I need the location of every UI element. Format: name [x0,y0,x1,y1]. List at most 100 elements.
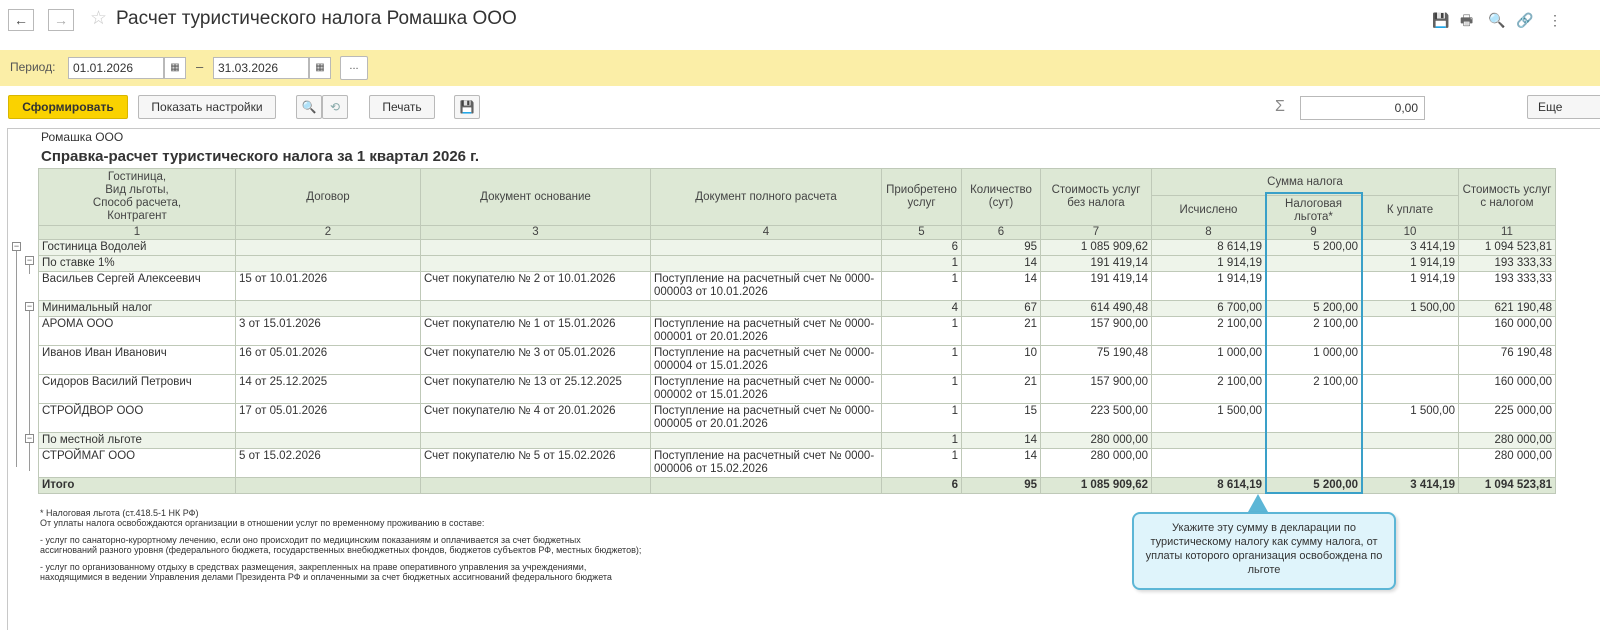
header-payment-document[interactable]: Документ полного расчета [650,168,882,226]
col-number: 5 [881,225,962,240]
cell-services: 1 [881,316,962,346]
cell-cost: 191 419,14 [1040,255,1152,272]
header-calculated[interactable]: Исчислено [1151,195,1266,226]
collapse-toggle-icon[interactable]: − [12,242,21,251]
back-button[interactable]: ← [8,9,34,31]
back-arrow-icon: ← [14,12,28,28]
collapse-toggle-icon[interactable]: − [25,302,34,311]
header-to-pay[interactable]: К уплате [1361,195,1459,226]
cell-cost: 280 000,00 [1040,448,1152,478]
col-number: 1 [38,225,236,240]
cell-services: 1 [881,255,962,272]
preview-icon[interactable]: 🔍 [1488,11,1505,29]
cell-basis: Счет покупателю № 4 от 20.01.2026 [420,403,651,433]
col-number: 6 [961,225,1041,240]
col-number: 4 [650,225,882,240]
save-icon[interactable]: 💾 [1432,11,1449,29]
footnote-gap [40,555,840,562]
organization-name: Ромашка ООО [41,130,124,144]
cell-contract [235,477,421,494]
cell-services: 1 [881,448,962,478]
cell-days: 14 [961,255,1041,272]
cell-calc: 8 614,19 [1151,239,1266,256]
cell-basis [420,255,651,272]
cell-calc: 8 614,19 [1151,477,1266,494]
cell-total: 225 000,00 [1458,403,1556,433]
header-contract[interactable]: Договор [235,168,421,226]
header-basis-document[interactable]: Документ основание [420,168,651,226]
cell-total: 621 190,48 [1458,300,1556,317]
cell-contract [235,300,421,317]
cell-services: 6 [881,477,962,494]
print-button[interactable]: Печать [369,95,435,119]
collapse-toggle-icon[interactable]: − [25,434,34,443]
cell-total: 1 094 523,81 [1458,239,1556,256]
calendar-to-icon[interactable]: ▦ [309,57,331,79]
show-settings-button[interactable]: Показать настройки [138,95,276,119]
cell-cost: 157 900,00 [1040,316,1152,346]
command-bar: Сформировать Показать настройки 🔍 ⟲ Печа… [0,94,1600,122]
period-select-button[interactable]: ... [340,56,368,80]
callout-pointer [1248,494,1268,512]
cell-payment: Поступление на расчетный счет № 0000-000… [650,271,882,301]
cell-days: 15 [961,403,1041,433]
footnote-line: * Налоговая льгота (ст.418.5-1 НК РФ) [40,508,199,518]
period-from-input[interactable]: 01.01.2026 [68,57,164,79]
cell-services: 1 [881,345,962,375]
cell-contract: 5 от 15.02.2026 [235,448,421,478]
more-button[interactable]: Еще [1527,95,1600,119]
cell-name: Итого [38,477,236,494]
cell-basis: Счет покупателю № 2 от 10.01.2026 [420,271,651,301]
cell-days: 14 [961,432,1041,449]
cell-total: 280 000,00 [1458,448,1556,478]
generate-button[interactable]: Сформировать [8,95,128,119]
link-icon[interactable]: 🔗 [1516,11,1533,29]
cell-payment: Поступление на расчетный счет № 0000-000… [650,345,882,375]
footnote-line: От уплаты налога освобождаются организац… [40,518,485,528]
cell-name: Иванов Иван Иванович [38,345,236,375]
cell-name: По ставке 1% [38,255,236,272]
cell-name: По местной льготе [38,432,236,449]
forward-button[interactable]: → [48,9,74,31]
selection-sum-field[interactable]: 0,00 [1300,96,1425,120]
header-hotel[interactable]: Гостиница, Вид льготы, Способ расчета, К… [38,168,236,226]
print-icon[interactable]: 🖶 [1460,11,1473,29]
cell-calc: 1 500,00 [1151,403,1266,433]
cell-services: 6 [881,239,962,256]
calendar-from-icon[interactable]: ▦ [164,57,186,79]
cell-payment [650,432,882,449]
cell-cost: 75 190,48 [1040,345,1152,375]
cell-services: 1 [881,374,962,404]
footnote: * Налоговая льгота (ст.418.5-1 НК РФ) От… [40,508,840,582]
cell-basis [420,432,651,449]
save-report-icon[interactable]: 💾 [454,95,480,119]
search-reset-icon[interactable]: ⟲ [322,95,348,119]
col-number: 7 [1040,225,1152,240]
cell-pay [1361,374,1459,404]
cell-days: 14 [961,271,1041,301]
cell-days: 14 [961,448,1041,478]
sigma-icon: Σ [1275,98,1285,115]
col-number: 11 [1458,225,1556,240]
favorite-star-icon[interactable]: ☆ [90,6,107,32]
period-dash: – [196,59,204,74]
cell-pay: 1 500,00 [1361,403,1459,433]
collapse-toggle-icon[interactable]: − [25,256,34,265]
period-bar: Период: 01.01.2026 ▦ – 31.03.2026 ▦ ... [0,50,1600,86]
cell-days: 95 [961,477,1041,494]
period-to-input[interactable]: 31.03.2026 [213,57,309,79]
header-cost-without-tax[interactable]: Стоимость услуг без налога [1040,168,1152,226]
header-services[interactable]: Приобретено услуг [881,168,962,226]
search-icon[interactable]: 🔍 [296,95,322,119]
cell-total: 193 333,33 [1458,255,1556,272]
page-title: Расчет туристического налога Ромашка ООО [116,8,517,29]
cell-days: 67 [961,300,1041,317]
more-menu-icon[interactable]: ⋮ [1548,11,1562,29]
cell-calc: 1 914,19 [1151,271,1266,301]
header-cost-with-tax[interactable]: Стоимость услуг с налогом [1458,168,1556,226]
title-bar: ← → ☆ Расчет туристического налога Ромаш… [0,0,1600,40]
cell-calc: 1 000,00 [1151,345,1266,375]
tree-line-group3 [29,441,30,471]
hint-callout: Укажите эту сумму в декларации по турист… [1132,512,1396,590]
header-days[interactable]: Количество (сут) [961,168,1041,226]
